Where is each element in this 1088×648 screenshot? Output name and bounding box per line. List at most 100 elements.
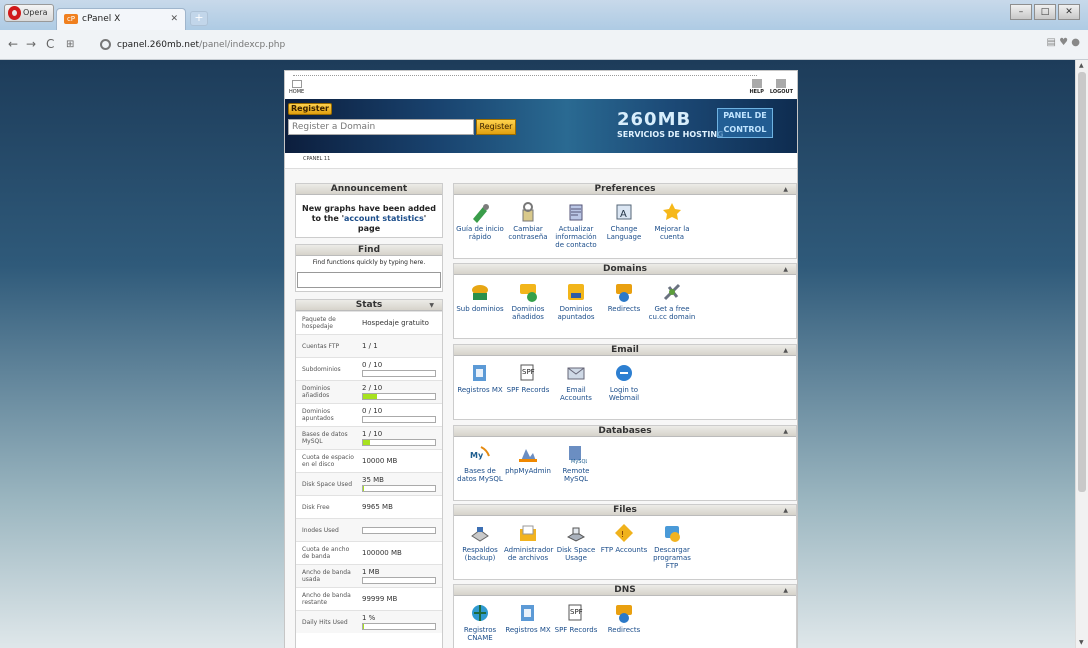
panel-line-2: CONTROL (723, 125, 767, 134)
feature-link[interactable]: ! FTP Accounts (600, 522, 648, 570)
collapse-arrow-icon[interactable]: ▲ (783, 184, 788, 195)
feature-label: FTP Accounts (600, 546, 648, 554)
feature-link[interactable]: Respaldos (backup) (456, 522, 504, 570)
feature-link[interactable]: Dominios añadidos (504, 281, 552, 321)
close-tab-icon[interactable]: ✕ (170, 9, 178, 29)
announcement-text: New graphs have been added to the 'accou… (296, 195, 442, 243)
stats-value: 2 / 10 (356, 384, 436, 400)
stats-value-text: 10000 MB (362, 457, 398, 465)
feature-link[interactable]: SPF SPF Records (552, 602, 600, 642)
feature-link[interactable]: Get a free cu.cc domain (648, 281, 696, 321)
collapse-arrow-icon[interactable]: ▲ (783, 585, 788, 596)
home-link[interactable]: HOME (289, 80, 304, 95)
account-statistics-link[interactable]: account statistics (344, 214, 424, 223)
section-header[interactable]: Email ▲ (454, 345, 796, 356)
stats-label: Ancho de banda restante (302, 592, 351, 606)
section-dns: DNS ▲ Registros CNAME Registros MX SPF SPF Re… (453, 584, 797, 648)
feature-link[interactable]: Administrador de archivos (504, 522, 553, 570)
stats-value: 1 / 10 (356, 430, 436, 446)
feature-link[interactable]: phpMyAdmin (504, 443, 552, 483)
stats-value: Hospedaje gratuito (356, 319, 429, 327)
feature-icon (472, 605, 488, 621)
feature-label: SPF Records (554, 626, 598, 634)
url-host: cpanel.260mb.net (117, 40, 200, 50)
new-tab-button[interactable]: + (190, 11, 208, 26)
browser-nav-bar: ← → C ⊞ cpanel.260mb.net/panel/indexcp.p… (0, 30, 1088, 60)
hosting-banner: Register Register a Domain Register 260M… (285, 99, 797, 153)
feature-link[interactable]: A Change Language (600, 201, 648, 249)
help-link[interactable]: HELP (749, 79, 764, 95)
feature-link[interactable]: Disk Space Usage (552, 522, 600, 570)
scroll-up-icon[interactable]: ▲ (1079, 62, 1084, 69)
feature-link[interactable]: MySQL Remote MySQL (552, 443, 600, 483)
feature-icon: ! (615, 524, 633, 542)
feature-link[interactable]: Descargar programas FTP (648, 522, 696, 570)
find-input[interactable] (297, 272, 441, 288)
feature-icon (473, 204, 489, 223)
feature-link[interactable]: Actualizar información de contacto (552, 201, 600, 249)
address-bar[interactable]: cpanel.260mb.net/panel/indexcp.php (100, 36, 1040, 54)
back-icon[interactable]: ← (8, 37, 18, 51)
section-icons: Registros MX SPF SPF Records Email Accounts… (454, 356, 796, 402)
bookmark-heart-icon[interactable]: ▤ ♥ ● (1047, 37, 1081, 48)
browser-tab[interactable]: cP cPanel X ✕ (56, 8, 186, 30)
feature-label: Registros MX (505, 626, 551, 634)
divider (293, 75, 757, 77)
svg-text:SPF: SPF (522, 368, 535, 376)
section-title: Domains (603, 264, 647, 274)
feature-link[interactable]: Login to Webmail (600, 362, 648, 402)
speed-dial-icon[interactable]: ⊞ (66, 39, 74, 50)
feature-label: Redirects (607, 305, 641, 313)
scroll-thumb[interactable] (1078, 72, 1086, 492)
feature-label: Remote MySQL (562, 467, 590, 483)
section-header[interactable]: DNS ▲ (454, 585, 796, 596)
section-header[interactable]: Preferences ▲ (454, 184, 796, 195)
domain-search-input[interactable]: Register a Domain (288, 119, 474, 135)
scroll-down-icon[interactable]: ▼ (1079, 639, 1084, 646)
feature-label: Dominios añadidos (511, 305, 545, 321)
minimize-icon[interactable]: – (1010, 4, 1032, 20)
feature-icon (519, 449, 537, 462)
reload-icon[interactable]: C (46, 37, 54, 51)
feature-icon (472, 285, 488, 300)
section-icons: Sub dominios Dominios añadidos Dominios ap… (454, 275, 796, 321)
collapse-arrow-icon[interactable]: ▲ (783, 426, 788, 437)
section-title: Files (613, 505, 637, 515)
feature-icon (665, 526, 680, 542)
feature-icon (520, 525, 536, 541)
feature-link[interactable]: Registros MX (504, 602, 552, 642)
feature-link[interactable]: My Bases de datos MySQL (456, 443, 504, 483)
feature-label: SPF Records (506, 386, 550, 394)
stats-value: 0 / 10 (356, 361, 436, 377)
feature-link[interactable]: Registros CNAME (456, 602, 504, 642)
collapse-arrow-icon[interactable]: ▼ (429, 300, 434, 311)
stats-value: 1 / 1 (356, 342, 378, 350)
section-header[interactable]: Databases ▲ (454, 426, 796, 437)
feature-link[interactable]: Guía de inicio rápido (456, 201, 504, 249)
page-scrollbar[interactable]: ▲ ▼ (1075, 60, 1088, 648)
forward-icon[interactable]: → (26, 37, 36, 51)
register-button[interactable]: Register (476, 119, 516, 135)
maximize-icon[interactable]: □ (1034, 4, 1056, 20)
feature-link[interactable]: Registros MX (456, 362, 504, 402)
feature-link[interactable]: Cambiar contraseña (504, 201, 552, 249)
section-header[interactable]: Files ▲ (454, 505, 796, 516)
feature-link[interactable]: Redirects (600, 281, 648, 321)
section-header[interactable]: Domains ▲ (454, 264, 796, 275)
site-info-icon[interactable] (100, 39, 111, 50)
feature-link[interactable]: SPF SPF Records (504, 362, 552, 402)
feature-link[interactable]: Email Accounts (552, 362, 600, 402)
feature-link[interactable]: Dominios apuntados (552, 281, 600, 321)
collapse-arrow-icon[interactable]: ▲ (783, 505, 788, 516)
feature-link[interactable]: Sub dominios (456, 281, 504, 321)
collapse-arrow-icon[interactable]: ▲ (783, 264, 788, 275)
logout-link[interactable]: LOGOUT (770, 79, 793, 95)
feature-link[interactable]: Mejorar la cuenta (648, 201, 696, 249)
opera-menu-button[interactable]: Opera (4, 4, 54, 22)
collapse-arrow-icon[interactable]: ▲ (783, 345, 788, 356)
close-window-icon[interactable]: ✕ (1058, 4, 1080, 20)
feature-icon (663, 203, 681, 220)
feature-link[interactable]: Redirects (600, 602, 648, 642)
feature-icon: SPF (520, 364, 535, 381)
feature-icon (567, 367, 585, 380)
